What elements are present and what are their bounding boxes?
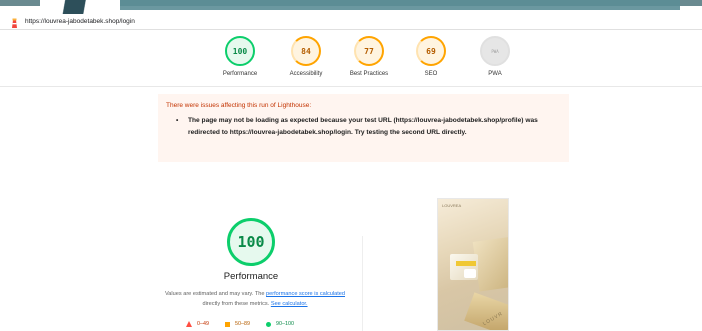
gauge-score: 69 [416,36,446,66]
section-divider [0,86,702,87]
warning-list: The page may not be loading as expected … [176,115,556,139]
legend-pass: 90–100 [266,321,294,327]
pwa-badge-icon: PWA [480,36,510,66]
gauge-score: 84 [291,36,321,66]
legend-fail: 0–49 [186,321,209,327]
performance-description: Values are estimated and may vary. The p… [160,289,350,309]
url-bar: https://louvrea-jabodetabek.shop/login [0,14,702,30]
warning-title: There were issues affecting this run of … [166,102,312,109]
lighthouse-icon [10,16,19,28]
see-calculator-link[interactable]: See calculator. [271,301,308,307]
gauge-score: 77 [354,36,384,66]
gauge-label: SEO [424,71,438,77]
triangle-icon [186,321,192,327]
product-box-image [472,236,508,292]
page-screenshot-thumbnail[interactable]: LOUVREA LOUVR [437,198,509,331]
legend-average: 50–89 [225,321,250,327]
cream-jar-image [464,269,476,278]
gauge-best-practices[interactable]: 77 Best Practices [334,36,404,77]
desc-text: directly from these metrics. [202,301,271,307]
gauge-label: PWA [488,71,502,77]
gauge-performance[interactable]: 100 Performance [205,36,275,77]
runtime-warning: There were issues affecting this run of … [158,94,569,162]
vertical-divider [362,236,363,331]
category-gauges: 100 Performance 84 Accessibility 77 Best… [205,36,535,84]
desc-text: Values are estimated and may vary. The [164,291,267,297]
square-icon [225,321,230,327]
product-label-image [456,261,476,266]
legend-range: 90–100 [276,321,294,327]
top-banner [0,0,702,14]
legend-range: 50–89 [235,321,250,327]
gauge-label: Accessibility [289,71,323,77]
gauge-score: 100 [225,36,255,66]
legend-range: 0–49 [197,321,209,327]
page-url[interactable]: https://louvrea-jabodetabek.shop/login [25,18,135,25]
warning-item: The page may not be loading as expected … [176,115,556,139]
gauge-accessibility[interactable]: 84 Accessibility [271,36,341,77]
performance-score-gauge: 100 [227,218,275,266]
gauge-seo[interactable]: 69 SEO [396,36,466,77]
thumbnail-caption: LOUVREA [442,203,462,208]
performance-title: Performance [223,271,279,282]
gauge-label: Performance [222,71,258,77]
circle-icon [266,321,271,327]
gauge-label: Best Practices [349,71,389,77]
performance-score-link[interactable]: performance score is calculated [266,291,345,297]
lighthouse-report: https://louvrea-jabodetabek.shop/login 1… [0,0,702,331]
score-scale-legend: 0–49 50–89 90–100 [186,319,336,329]
gauge-pwa[interactable]: PWA PWA [460,36,530,77]
